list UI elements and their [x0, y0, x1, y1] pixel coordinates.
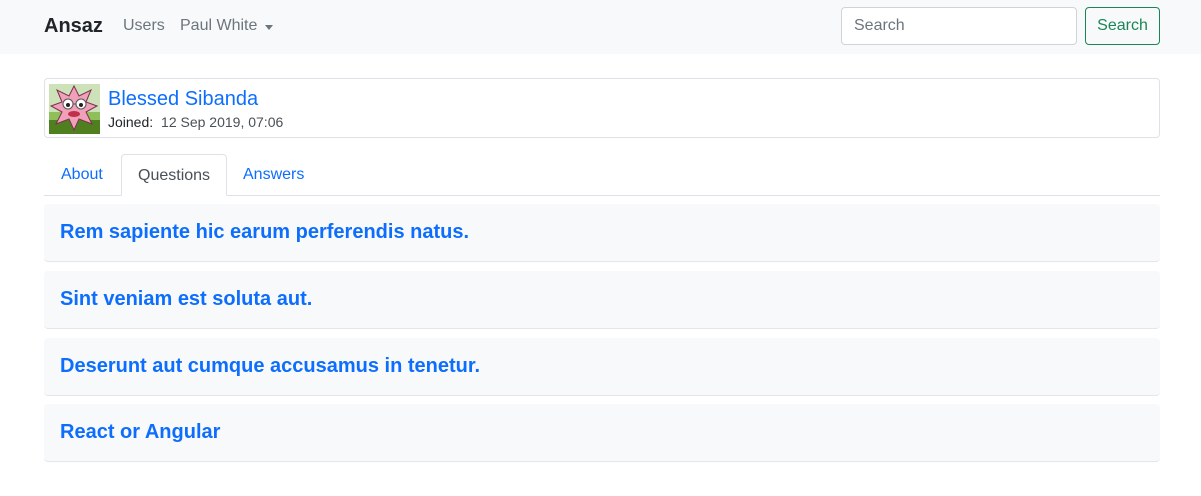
list-item: Sint veniam est soluta aut.	[44, 271, 1160, 329]
search-input[interactable]	[841, 7, 1077, 45]
avatar	[49, 84, 100, 134]
list-item: Rem sapiente hic earum perferendis natus…	[44, 204, 1160, 262]
profile-tabs: About Questions Answers	[44, 154, 1160, 196]
question-title-link[interactable]: Sint veniam est soluta aut.	[60, 287, 312, 311]
identicon-avatar-icon	[49, 84, 100, 134]
tab-questions[interactable]: Questions	[121, 154, 228, 196]
navbar: Ansaz Users Paul White Search	[0, 0, 1201, 54]
question-title-link[interactable]: Deserunt aut cumque accusamus in tenetur…	[60, 354, 480, 378]
user-menu-label: Paul White	[180, 17, 258, 34]
caret-down-icon	[265, 24, 274, 30]
list-item: React or Angular	[44, 404, 1160, 462]
nav-users-link[interactable]: Users	[123, 16, 165, 36]
search-button[interactable]: Search	[1085, 7, 1160, 45]
question-title-link[interactable]: React or Angular	[60, 420, 220, 444]
joined-label: Joined:	[108, 114, 154, 130]
profile-card: Blessed Sibanda Joined: 12 Sep 2019, 07:…	[44, 78, 1160, 138]
joined-date: 12 Sep 2019, 07:06	[161, 114, 284, 130]
profile-name-link[interactable]: Blessed Sibanda	[108, 87, 258, 111]
list-item: Deserunt aut cumque accusamus in tenetur…	[44, 338, 1160, 396]
joined-info: Joined: 12 Sep 2019, 07:06	[108, 113, 283, 131]
tab-about[interactable]: About	[45, 154, 119, 196]
tab-answers[interactable]: Answers	[227, 154, 320, 196]
brand-logo[interactable]: Ansaz	[44, 14, 103, 38]
question-title-link[interactable]: Rem sapiente hic earum perferendis natus…	[60, 220, 469, 244]
user-menu-dropdown[interactable]: Paul White	[180, 16, 274, 36]
